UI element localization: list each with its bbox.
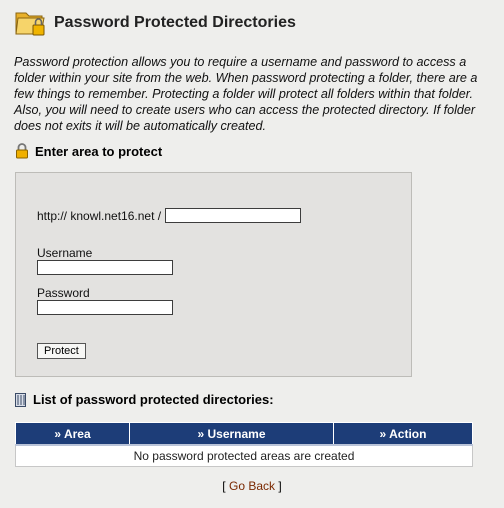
username-label: Username [37, 246, 93, 260]
list-section-title: List of password protected directories: [33, 392, 274, 407]
list-section-heading: List of password protected directories: [15, 392, 274, 407]
column-header-area[interactable]: » Area [15, 422, 130, 446]
bracket-close: ] [278, 479, 282, 493]
protect-section-heading: Enter area to protect [15, 143, 162, 159]
table-row: No password protected areas are created [15, 444, 473, 467]
password-input[interactable] [37, 300, 173, 315]
column-header-username[interactable]: » Username [129, 422, 334, 446]
password-label: Password [37, 286, 90, 300]
go-back-container: [ Go Back ] [0, 479, 504, 493]
protect-form-panel: http:// knowl.net16.net / Username Passw… [15, 172, 412, 377]
username-input[interactable] [37, 260, 173, 275]
url-prefix-label: http:// knowl.net16.net / [37, 209, 162, 223]
page-header: Password Protected Directories [14, 8, 296, 38]
protected-directories-table: » Area » Username » Action No password p… [15, 422, 473, 467]
go-back-link[interactable]: Go Back [229, 479, 275, 493]
list-icon [15, 392, 26, 407]
page-title: Password Protected Directories [54, 14, 296, 31]
folder-lock-icon [14, 8, 48, 38]
column-header-action[interactable]: » Action [333, 422, 473, 446]
directory-path-input[interactable] [165, 208, 301, 223]
protect-button[interactable]: Protect [37, 343, 86, 359]
protect-section-title: Enter area to protect [35, 143, 163, 159]
empty-message: No password protected areas are created [15, 444, 473, 467]
intro-text: Password protection allows you to requir… [14, 55, 478, 133]
bracket-open: [ [222, 479, 226, 493]
padlock-icon [15, 143, 29, 159]
